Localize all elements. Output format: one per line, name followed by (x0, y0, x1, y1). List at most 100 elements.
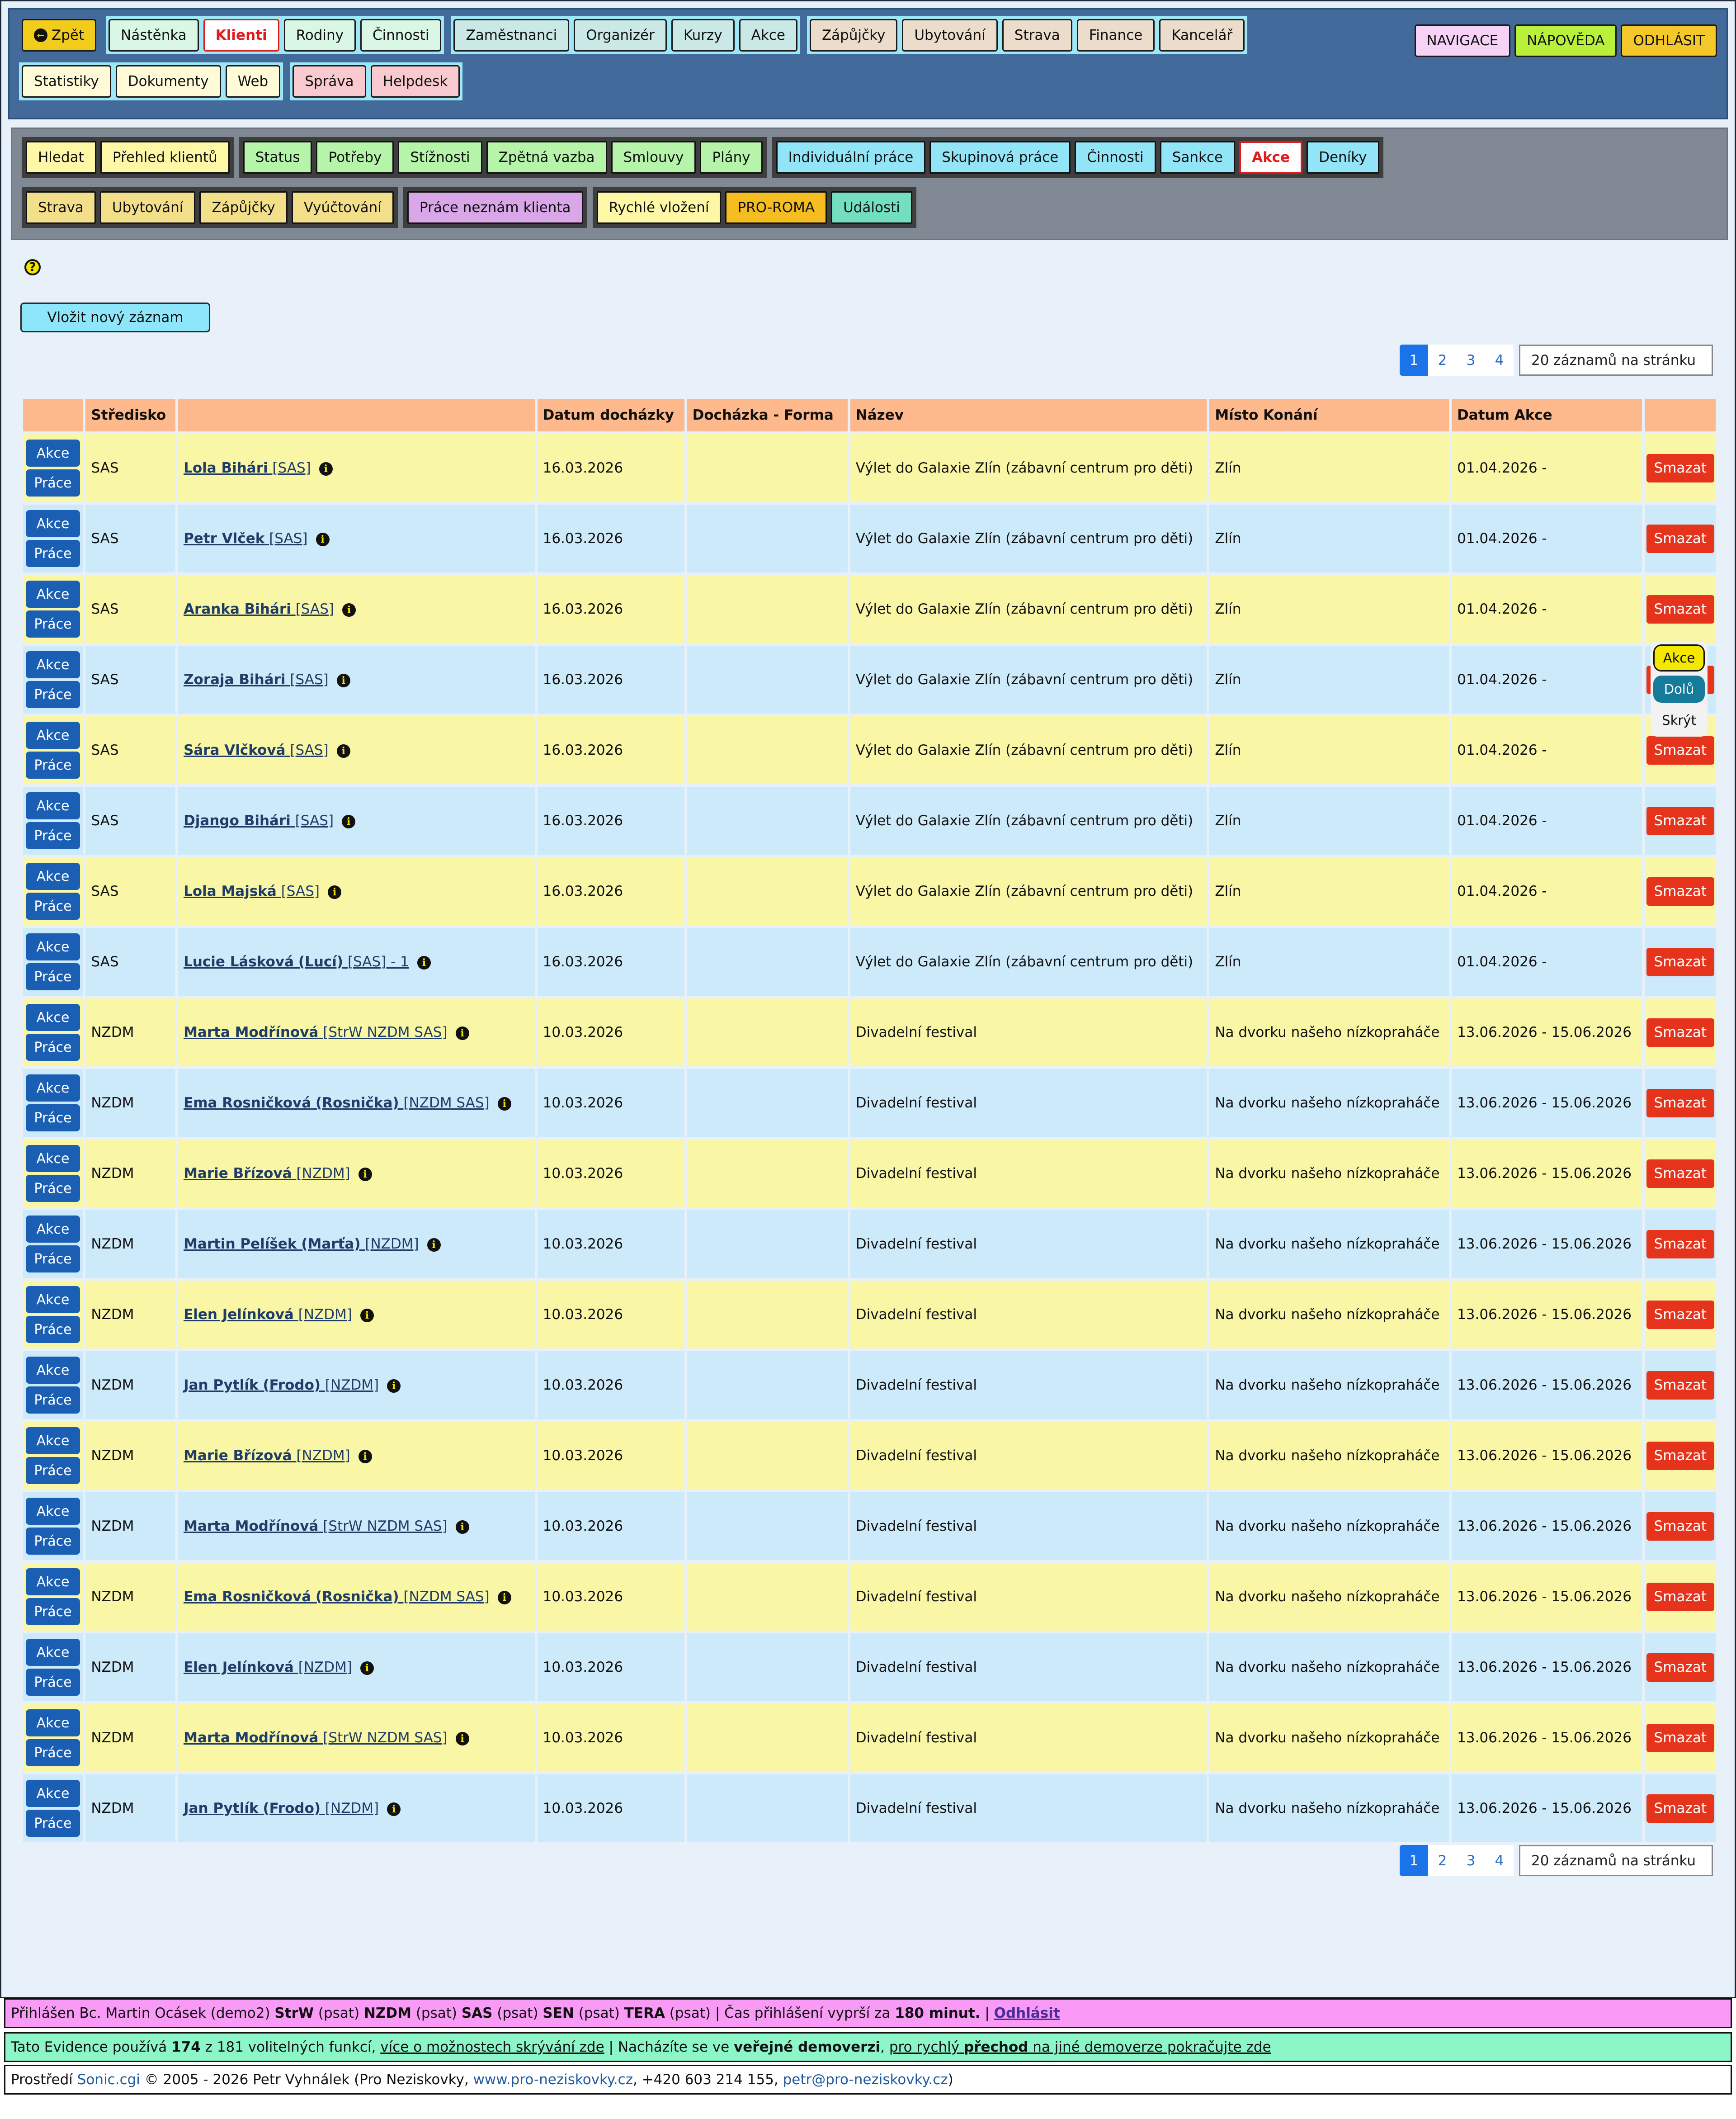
row-akce-button[interactable]: Akce (26, 1568, 80, 1595)
subnav-rychle-vlozeni-button[interactable]: Rychlé vložení (596, 191, 722, 224)
nav-rodiny-button[interactable]: Rodiny (283, 19, 356, 52)
client-link[interactable]: Marie Břízová [NZDM] (184, 1447, 350, 1464)
client-link[interactable]: Jan Pytlík (Frodo) [NZDM] (184, 1377, 379, 1393)
row-akce-button[interactable]: Akce (26, 440, 80, 467)
info-icon[interactable]: i (336, 744, 350, 758)
info-icon[interactable]: i (417, 955, 431, 970)
subnav-pro-roma-button[interactable]: PRO-ROMA (725, 191, 827, 224)
nav-klienti-button[interactable]: Klienti (203, 19, 279, 52)
row-akce-button[interactable]: Akce (26, 1357, 80, 1384)
nav-dokumenty-button[interactable]: Dokumenty (115, 65, 221, 98)
client-link[interactable]: Lola Majská [SAS] (184, 883, 320, 899)
info-icon[interactable]: i (336, 673, 350, 687)
subnav-prace-neznam-klienta-button[interactable]: Práce neznám klienta (407, 191, 583, 224)
client-link[interactable]: Ema Rosničková (Rosnička) [NZDM SAS] (184, 1095, 490, 1111)
delete-button[interactable]: Smazat (1646, 877, 1714, 906)
row-prace-button[interactable]: Práce (26, 540, 80, 567)
subnav-prehled-klientu-button[interactable]: Přehled klientů (100, 141, 230, 174)
row-akce-button[interactable]: Akce (26, 1498, 80, 1525)
logout-link[interactable]: Odhlásit (994, 2005, 1060, 2021)
subnav-cinnosti-button[interactable]: Činnosti (1075, 141, 1156, 174)
client-link[interactable]: Martin Pelíšek (Marťa) [NZDM] (184, 1236, 419, 1252)
page-3-button[interactable]: 3 (1457, 345, 1485, 376)
client-link[interactable]: Petr Vlček [SAS] (184, 530, 307, 547)
row-akce-button[interactable]: Akce (26, 1286, 80, 1313)
delete-button[interactable]: Smazat (1646, 1230, 1714, 1258)
product-link[interactable]: Sonic.cgi (77, 2072, 140, 2088)
page-4-button[interactable]: 4 (1485, 345, 1514, 376)
row-prace-button[interactable]: Práce (26, 610, 80, 638)
info-icon[interactable]: i (342, 814, 356, 828)
delete-button[interactable]: Smazat (1646, 1512, 1714, 1541)
popup-down-button[interactable]: Dolů (1653, 676, 1705, 703)
row-akce-button[interactable]: Akce (26, 581, 80, 608)
info-icon[interactable]: i (360, 1661, 374, 1675)
client-link[interactable]: Aranka Bihári [SAS] (184, 601, 334, 617)
row-prace-button[interactable]: Práce (26, 1739, 80, 1766)
nav-finance-button[interactable]: Finance (1076, 19, 1155, 52)
subnav-skupinova-prace-button[interactable]: Skupinová práce (929, 141, 1071, 174)
nav-zpet-button[interactable]: ← Zpět (22, 19, 97, 52)
other-demos-link[interactable]: pro rychlý přechod na jiné demoverze pok… (889, 2039, 1271, 2055)
row-prace-button[interactable]: Práce (26, 822, 80, 849)
row-prace-button[interactable]: Práce (26, 963, 80, 990)
nav-zapujcky-button[interactable]: Zápůjčky (809, 19, 898, 52)
row-prace-button[interactable]: Práce (26, 893, 80, 920)
popup-akce-button[interactable]: Akce (1653, 644, 1705, 672)
client-link[interactable]: Elen Jelínková [NZDM] (184, 1659, 352, 1675)
nav-akce-button[interactable]: Akce (739, 19, 797, 52)
info-icon[interactable]: i (455, 1520, 469, 1534)
row-prace-button[interactable]: Práce (26, 1810, 80, 1837)
row-akce-button[interactable]: Akce (26, 933, 80, 960)
client-link[interactable]: Lucie Lásková (Lucí) [SAS] - 1 (184, 954, 409, 970)
delete-button[interactable]: Smazat (1646, 1653, 1714, 1682)
client-link[interactable]: Marta Modřínová [StrW NZDM SAS] (184, 1518, 448, 1534)
nav-statistiky-button[interactable]: Statistiky (22, 65, 111, 98)
row-akce-button[interactable]: Akce (26, 651, 80, 678)
client-link[interactable]: Jan Pytlík (Frodo) [NZDM] (184, 1800, 379, 1816)
info-icon[interactable]: i (360, 1308, 374, 1322)
nav-zamestnanci-button[interactable]: Zaměstnanci (453, 19, 570, 52)
info-icon[interactable]: i (387, 1379, 401, 1393)
subnav-sankce-button[interactable]: Sankce (1160, 141, 1236, 174)
subnav-zpetna-vazba-button[interactable]: Zpětná vazba (486, 141, 607, 174)
page-3-button[interactable]: 3 (1457, 1845, 1485, 1876)
info-icon[interactable]: i (497, 1097, 511, 1111)
delete-button[interactable]: Smazat (1646, 1371, 1714, 1400)
row-akce-button[interactable]: Akce (26, 1780, 80, 1807)
subnav-potreby-button[interactable]: Potřeby (316, 141, 394, 174)
info-icon[interactable]: i (427, 1238, 441, 1252)
delete-button[interactable]: Smazat (1646, 524, 1714, 553)
row-prace-button[interactable]: Práce (26, 1457, 80, 1484)
subnav-plany-button[interactable]: Plány (700, 141, 763, 174)
subnav-zapujcky-button[interactable]: Zápůjčky (199, 191, 288, 224)
subnav-smlouvy-button[interactable]: Smlouvy (611, 141, 696, 174)
row-prace-button[interactable]: Práce (26, 1528, 80, 1555)
help-icon[interactable]: ? (24, 259, 41, 275)
client-link[interactable]: Zoraja Bihári [SAS] (184, 672, 329, 688)
row-prace-button[interactable]: Práce (26, 752, 80, 779)
info-icon[interactable]: i (316, 532, 330, 546)
row-prace-button[interactable]: Práce (26, 1034, 80, 1061)
email-link[interactable]: petr@pro-neziskovky.cz (783, 2072, 948, 2088)
delete-button[interactable]: Smazat (1646, 1723, 1714, 1752)
new-record-button[interactable]: Vložit nový záznam (20, 303, 210, 332)
nav-kancelar-button[interactable]: Kancelář (1159, 19, 1245, 52)
nav-strava-button[interactable]: Strava (1002, 19, 1072, 52)
row-prace-button[interactable]: Práce (26, 1598, 80, 1625)
client-link[interactable]: Marta Modřínová [StrW NZDM SAS] (184, 1024, 448, 1041)
info-icon[interactable]: i (455, 1731, 469, 1745)
nav-kurzy-button[interactable]: Kurzy (671, 19, 735, 52)
info-icon[interactable]: i (387, 1802, 401, 1816)
row-akce-button[interactable]: Akce (26, 1427, 80, 1454)
delete-button[interactable]: Smazat (1646, 1582, 1714, 1611)
subnav-akce-button[interactable]: Akce (1239, 141, 1303, 174)
row-akce-button[interactable]: Akce (26, 792, 80, 819)
info-icon[interactable]: i (328, 885, 342, 899)
nav-nastenka-button[interactable]: Nástěnka (108, 19, 199, 52)
delete-button[interactable]: Smazat (1646, 1018, 1714, 1047)
row-prace-button[interactable]: Práce (26, 681, 80, 708)
delete-button[interactable]: Smazat (1646, 1300, 1714, 1329)
nav-helpdesk-button[interactable]: Helpdesk (370, 65, 460, 98)
features-hide-link[interactable]: více o možnostech skrývání zde (380, 2039, 604, 2055)
